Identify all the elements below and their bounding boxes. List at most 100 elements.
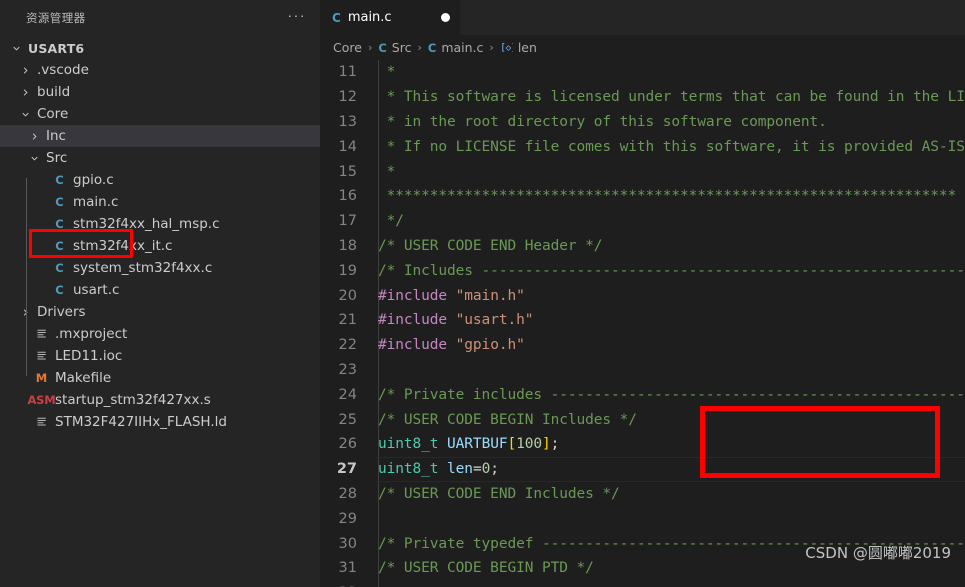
tree-item-startup-stm32f427xx-s[interactable]: ASM startup_stm32f427xx.s: [0, 389, 320, 411]
tree-item-led11-ioc[interactable]: LED11.ioc: [0, 345, 320, 367]
tree-item-label: system_stm32f4xx.c: [73, 260, 213, 276]
tree-item-stm32f4xx-hal-msp-c[interactable]: Cstm32f4xx_hal_msp.c: [0, 213, 320, 235]
tree-item-vscode[interactable]: .vscode: [0, 59, 320, 81]
code-line-13[interactable]: 13 * in the root directory of this softw…: [320, 110, 965, 135]
line-number: 14: [338, 138, 357, 155]
chevron-right-icon[interactable]: [17, 65, 33, 76]
line-number: 15: [338, 163, 357, 180]
tree-item-drivers[interactable]: Drivers: [0, 301, 320, 323]
tree-item-stm32f4xx-it-c[interactable]: Cstm32f4xx_it.c: [0, 235, 320, 257]
code-line-text: /* USER CODE END Includes */: [376, 486, 965, 502]
code-token: /* USER CODE END Header */: [378, 237, 603, 254]
dirty-indicator-icon[interactable]: [441, 13, 450, 22]
explorer-header: 资源管理器 ···: [0, 0, 320, 35]
code-token: /* USER CODE END Includes */: [378, 485, 620, 502]
code-line-15[interactable]: 15 *: [320, 159, 965, 184]
code-line-text: #include "gpio.h": [376, 337, 965, 353]
code-line-12[interactable]: 12 * This software is licensed under ter…: [320, 85, 965, 110]
chevron-right-icon[interactable]: [17, 87, 33, 98]
variable-symbol-icon: [◇]: [500, 42, 513, 53]
code-token: ****************************************…: [378, 188, 957, 205]
code-token: /* Private includes --------------------…: [378, 386, 965, 403]
tree-item-label: USART6: [28, 40, 85, 56]
chevron-down-icon[interactable]: [17, 109, 33, 120]
breadcrumb-separator-icon: ›: [417, 41, 422, 54]
code-token: * If no LICENSE file comes with this sof…: [378, 138, 965, 155]
tree-item-usart6[interactable]: USART6: [0, 37, 320, 59]
tree-item-usart-c[interactable]: Cusart.c: [0, 279, 320, 301]
breadcrumb-item-main-c[interactable]: Cmain.c: [428, 40, 484, 55]
code-token: /* USER CODE BEGIN PTD */: [378, 560, 594, 577]
code-editor[interactable]: 11 * 12 * This software is licensed under…: [320, 60, 965, 587]
line-number: 29: [338, 510, 357, 527]
code-line-32[interactable]: 32: [320, 581, 965, 587]
more-actions-icon[interactable]: ···: [288, 8, 307, 26]
tree-item-stm32f427iihx-flash-ld[interactable]: STM32F427IIHx_FLASH.ld: [0, 411, 320, 433]
code-token: "gpio.h": [455, 337, 525, 354]
code-line-14[interactable]: 14 * If no LICENSE file comes with this …: [320, 134, 965, 159]
code-line-11[interactable]: 11 *: [320, 60, 965, 85]
code-token: uint8_t: [378, 436, 448, 453]
code-token: /* Includes ----------------------------…: [378, 262, 965, 279]
chevron-down-icon[interactable]: [8, 43, 24, 54]
chevron-right-icon[interactable]: [17, 307, 33, 318]
code-line-29[interactable]: 29: [320, 506, 965, 531]
code-line-text: /* Private includes --------------------…: [376, 387, 965, 403]
svg-text:[◇]: [◇]: [500, 43, 513, 53]
code-line-text: *: [376, 64, 965, 80]
code-line-28[interactable]: 28 /* USER CODE END Includes */: [320, 482, 965, 507]
chevron-down-icon[interactable]: [26, 153, 42, 164]
code-line-16[interactable]: 16 *************************************…: [320, 184, 965, 209]
breadcrumb-item-len[interactable]: [◇] len: [500, 40, 537, 55]
tree-item-label: Drivers: [37, 304, 86, 320]
tree-item-build[interactable]: build: [0, 81, 320, 103]
watermark: CSDN @圆嘟嘟2019: [805, 544, 951, 562]
code-line-19[interactable]: 19 /* Includes --------------------------…: [320, 258, 965, 283]
breadcrumb-item-core[interactable]: Core: [333, 40, 362, 55]
tree-item-src[interactable]: Src: [0, 147, 320, 169]
code-line-18[interactable]: 18 /* USER CODE END Header */: [320, 234, 965, 259]
code-token: * in the root directory of this software…: [378, 113, 827, 130]
breadcrumb-separator-icon: ›: [489, 41, 494, 54]
code-line-24[interactable]: 24 /* Private includes ------------------…: [320, 382, 965, 407]
c-file-icon: C: [55, 217, 64, 231]
c-file-icon: C: [55, 239, 64, 253]
tree-item-system-stm32f4xx-c[interactable]: Csystem_stm32f4xx.c: [0, 257, 320, 279]
line-number: 28: [338, 485, 357, 502]
line-number: 24: [338, 386, 357, 403]
code-line-21[interactable]: 21 #include "usart.h": [320, 308, 965, 333]
tree-item-core[interactable]: Core: [0, 103, 320, 125]
code-token: ]: [542, 436, 551, 453]
code-line-22[interactable]: 22 #include "gpio.h": [320, 333, 965, 358]
tree-item-gpio-c[interactable]: Cgpio.c: [0, 169, 320, 191]
code-line-text: /* USER CODE END Header */: [376, 238, 965, 254]
code-token: [: [507, 436, 517, 453]
tab-main-c[interactable]: C main.c: [320, 0, 460, 35]
c-file-icon: C: [427, 40, 437, 55]
code-line-23[interactable]: 23: [320, 358, 965, 383]
breadcrumb-label: main.c: [441, 40, 484, 55]
editor-tabbar: C main.c: [320, 0, 965, 35]
code-line-26[interactable]: 26 uint8_t UARTBUF[100];: [320, 432, 965, 457]
tree-item-label: .mxproject: [55, 326, 128, 342]
tree-item-makefile[interactable]: M Makefile: [0, 367, 320, 389]
code-line-17[interactable]: 17 */: [320, 209, 965, 234]
tree-item-label: stm32f4xx_hal_msp.c: [73, 216, 220, 232]
breadcrumb-item-src[interactable]: C Src: [378, 40, 411, 55]
code-token: *: [378, 163, 396, 180]
tree-item-inc[interactable]: Inc: [0, 125, 320, 147]
chevron-right-icon[interactable]: [26, 131, 42, 142]
code-line-20[interactable]: 20 #include "main.h": [320, 283, 965, 308]
file-tree: USART6 .vscode build Core Inc Src Cgpio.c Cmain…: [0, 35, 320, 433]
tree-item-label: usart.c: [73, 282, 120, 298]
code-line-25[interactable]: 25 /* USER CODE BEGIN Includes */: [320, 407, 965, 432]
tree-item-main-c[interactable]: Cmain.c: [0, 191, 320, 213]
breadcrumb-label: len: [517, 40, 537, 55]
tree-item-label: build: [37, 84, 71, 100]
tab-label: main.c: [347, 10, 392, 25]
code-token: "usart.h": [455, 312, 534, 329]
code-token: UARTBUF: [447, 436, 508, 453]
code-line-27[interactable]: 27 uint8_t len=0;: [320, 456, 965, 482]
tree-item-mxproject[interactable]: .mxproject: [0, 323, 320, 345]
c-file-icon: C: [55, 261, 64, 275]
